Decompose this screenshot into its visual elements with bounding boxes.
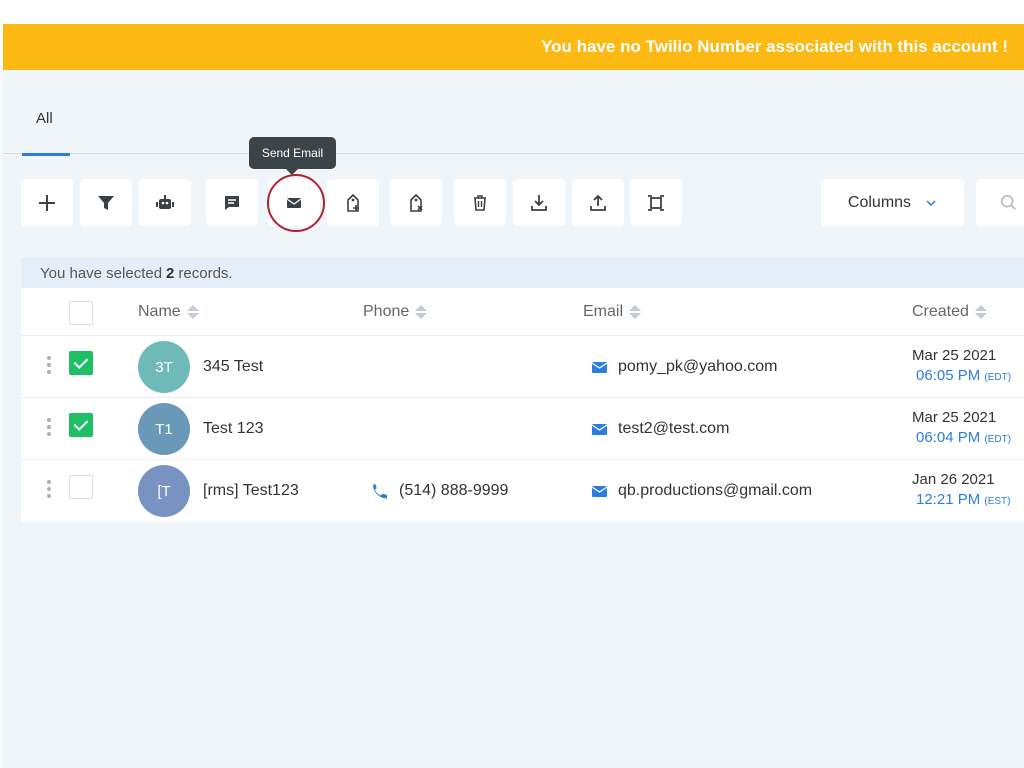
message-icon [225, 195, 239, 210]
column-header-phone[interactable]: Phone [363, 288, 428, 336]
contact-email: test2@test.com [618, 420, 730, 437]
envelope-icon [592, 361, 607, 373]
column-header-phone-label: Phone [363, 303, 410, 320]
send-email-tooltip: Send Email [249, 137, 336, 175]
email-cell[interactable]: pomy_pk@yahoo.com [592, 336, 777, 398]
sort-icon [186, 305, 199, 319]
column-header-email[interactable]: Email [583, 288, 642, 336]
column-header-created-label: Created [912, 303, 969, 320]
row-menu-icon[interactable] [47, 356, 53, 378]
send-sms-button[interactable] [206, 179, 258, 226]
table-row[interactable]: [T [rms] Test123 (514) 888-9999 qb.produ… [21, 460, 1024, 522]
created-cell: Mar 25 2021 06:04 PM (EDT) [912, 408, 1011, 450]
export-button[interactable] [572, 179, 624, 226]
row-checkbox[interactable] [69, 351, 93, 375]
tab-all-label: All [36, 110, 53, 127]
column-header-name-label: Name [138, 303, 181, 320]
row-checkbox[interactable] [69, 475, 93, 499]
filter-button[interactable] [80, 179, 132, 226]
contact-name[interactable]: Test 123 [203, 398, 263, 460]
add-button[interactable] [21, 179, 73, 226]
avatar: T1 [138, 403, 190, 455]
selection-summary: You have selected 2 records. [21, 258, 1024, 288]
columns-label: Columns [847, 193, 912, 211]
table-row[interactable]: 3T 345 Test pomy_pk@yahoo.com Mar 25 202… [21, 336, 1024, 398]
created-date: Mar 25 2021 [912, 347, 997, 364]
row-menu-icon[interactable] [47, 480, 53, 502]
upload-icon [590, 194, 606, 211]
contact-name[interactable]: 345 Test [203, 336, 263, 398]
merge-icon [648, 194, 664, 211]
download-icon [531, 194, 547, 211]
tag-remove-icon [410, 193, 423, 212]
search-icon [1000, 194, 1016, 210]
selection-count: 2 [166, 264, 175, 282]
import-button[interactable] [513, 179, 565, 226]
envelope-icon [592, 485, 607, 497]
created-time: 06:05 PM [916, 367, 981, 384]
banner-message: You have no Twilio Number associated wit… [541, 37, 1008, 56]
phone-cell[interactable]: (514) 888-9999 [371, 460, 508, 522]
columns-dropdown[interactable]: Columns [821, 179, 964, 226]
sort-icon [629, 305, 642, 319]
contact-email: pomy_pk@yahoo.com [618, 358, 778, 375]
selection-suffix: records. [178, 264, 233, 282]
robot-icon [156, 194, 174, 209]
delete-button[interactable] [454, 179, 506, 226]
row-checkbox[interactable] [69, 413, 93, 437]
search-button[interactable] [976, 179, 1024, 226]
plus-icon [39, 194, 55, 211]
active-tab-indicator [22, 153, 70, 156]
created-timezone: (EST) [984, 496, 1011, 507]
envelope-icon [592, 423, 607, 435]
tab-bar: All [3, 96, 1024, 156]
created-time: 06:04 PM [916, 429, 981, 446]
table-header: Name Phone Email Created [21, 288, 1024, 336]
chevron-down-icon [926, 199, 936, 206]
phone-icon [373, 484, 387, 498]
created-date: Jan 26 2021 [912, 471, 995, 488]
contacts-table: Name Phone Email Created 3T 345 Test pom… [21, 288, 1024, 522]
table-row[interactable]: T1 Test 123 test2@test.com Mar 25 2021 0… [21, 398, 1024, 460]
sort-icon [974, 305, 987, 319]
created-timezone: (EDT) [984, 372, 1012, 383]
add-tag-button[interactable] [327, 179, 379, 226]
contact-name[interactable]: [rms] Test123 [203, 460, 299, 522]
merge-button[interactable] [630, 179, 682, 226]
select-all-checkbox[interactable] [69, 301, 93, 325]
avatar: 3T [138, 341, 190, 393]
filter-icon [98, 195, 114, 210]
envelope-icon [286, 197, 302, 208]
created-cell: Jan 26 2021 12:21 PM (EST) [912, 470, 1011, 512]
column-header-created[interactable]: Created [912, 288, 987, 336]
column-header-email-label: Email [583, 303, 624, 320]
created-time: 12:21 PM [916, 491, 981, 508]
sort-icon [415, 305, 428, 319]
remove-tag-button[interactable] [390, 179, 442, 226]
created-date: Mar 25 2021 [912, 409, 997, 426]
avatar: [T [138, 465, 190, 517]
email-cell[interactable]: qb.productions@gmail.com [592, 460, 812, 522]
trash-icon [474, 194, 486, 211]
selection-prefix: You have selected [40, 264, 163, 282]
created-cell: Mar 25 2021 06:05 PM (EDT) [912, 346, 1011, 388]
row-menu-icon[interactable] [47, 418, 53, 440]
contact-phone: (514) 888-9999 [399, 482, 509, 499]
column-header-name[interactable]: Name [138, 288, 199, 336]
email-cell[interactable]: test2@test.com [592, 398, 729, 460]
send-email-button[interactable] [268, 179, 320, 226]
tooltip-text: Send Email [261, 146, 324, 160]
contact-email: qb.productions@gmail.com [618, 482, 813, 499]
twilio-warning-banner: You have no Twilio Number associated wit… [3, 24, 1024, 70]
automation-button[interactable] [139, 179, 191, 226]
tab-all[interactable]: All [22, 110, 70, 156]
tag-add-icon [347, 193, 359, 212]
created-timezone: (EDT) [984, 434, 1012, 445]
